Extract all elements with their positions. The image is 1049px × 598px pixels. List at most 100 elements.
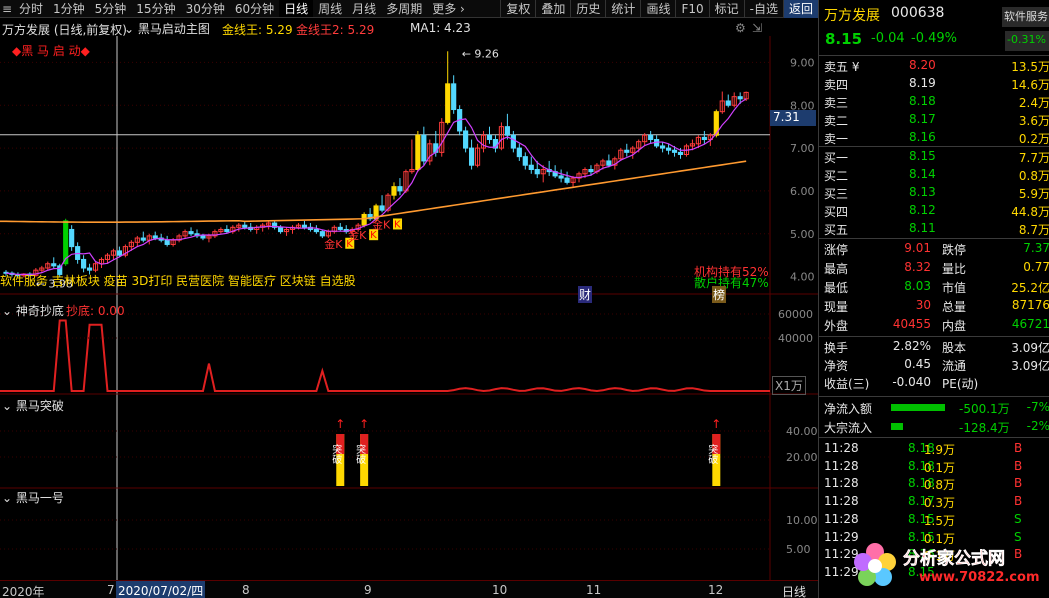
candle-body [81,258,87,269]
period-tab-7[interactable]: 周线 [313,0,347,17]
candle-body [671,149,678,153]
candle-body [510,134,516,149]
candle-body [660,145,666,149]
candle-body [677,151,684,156]
candle-body [624,149,630,153]
pane3-tick-label: 5.00 [786,543,811,556]
period-tab-2[interactable]: 5分钟 [90,0,132,17]
candle-body [534,169,540,175]
retail-hold: 散户持有47% [694,276,769,290]
toolbar-button-5[interactable]: F10 [675,0,708,18]
bid-row[interactable]: 买三 8.13 5.9万 [819,184,1049,202]
toolbar-button-0[interactable]: 复权 [500,0,535,18]
period-tab-0[interactable]: 分时 [14,0,48,17]
menu-icon[interactable]: ≡ [0,2,14,16]
tick-row: 11:28 8.18 0.8万 B [824,476,1023,493]
stat-row: 外盘 40455 内盘 46721 [824,317,1049,333]
candle-body [516,147,522,158]
candle-body [558,175,564,179]
watermark: 分析家公式网 www.70822.com [849,538,1040,594]
candle-body [606,160,612,166]
toolbar-button-1[interactable]: 叠加 [535,0,570,18]
golden-line [0,160,747,223]
ask-row[interactable]: 卖一 8.16 0.2万 [819,129,1049,147]
candle-body [737,96,743,100]
bid-row[interactable]: 买一 8.15 7.7万 [819,148,1049,166]
ask-row[interactable]: 卖四 8.19 14.6万 [819,75,1049,93]
bottom-fishing-line [0,319,770,393]
toolbar-button-4[interactable]: 画线 [640,0,675,18]
candle-body [188,231,194,235]
ask-row[interactable]: 卖三 8.18 2.4万 [819,93,1049,111]
period-tab-9[interactable]: 多周期 [381,0,427,17]
period-tab-6[interactable]: 日线 [279,0,314,17]
pane1-unit: X1万 [772,376,806,395]
bid-row[interactable]: 买五 8.11 8.7万 [819,220,1049,238]
flow-row: 大宗流入 -128.4万 -2% [824,419,1049,435]
toolbar-button-2[interactable]: 历史 [570,0,605,18]
stat-row: 最高 8.32 量比 0.77 [824,260,1049,276]
bid-row[interactable]: 买四 8.12 44.8万 [819,202,1049,220]
candle-body [415,134,421,170]
sector-badge[interactable]: 软件服务 [1002,7,1049,27]
candle-body [486,134,493,141]
tick-row: 11:28 8.15 1.5万 S [824,511,1022,528]
candle-body [69,228,75,248]
chevron-down-icon: ⌄ [2,304,13,318]
crosshair-date: 2020/07/02/四 [116,581,206,598]
toolbar-button-8[interactable]: 返回 [782,0,818,18]
candle-body [468,147,475,166]
candle-body [522,156,528,166]
flower-logo-icon [854,543,896,586]
ask-row[interactable]: 卖二 8.17 3.6万 [819,111,1049,129]
breakthrough-label: 突破 [706,443,718,465]
candle-body [451,83,457,111]
ranking-tag[interactable]: 榜 [712,286,727,303]
toolbar-button-3[interactable]: 统计 [605,0,640,18]
period-tab-4[interactable]: 30分钟 [181,0,230,17]
period-tabs: 分时 1分钟 5分钟 15分钟 30分钟 60分钟 日线 周线 月线 多周期 更多 › [14,0,470,17]
ask-row[interactable]: 卖五 ¥8.20 13.5万 [819,57,1049,75]
stat-row: 涨停 9.01 跌停 7.37 [824,241,1049,257]
candle-body [528,164,534,170]
candle-body [648,134,654,141]
pane2-tick-label: 40.00 [786,425,818,438]
up-arrow-icon: ↑ [335,417,345,431]
stat2-row: 净资 0.45 流通 3.09亿 [824,357,1049,373]
candle-body [463,130,469,149]
stock-code: 000638 [891,5,945,21]
zoom-icon[interactable]: ⇲ [752,21,762,35]
candle-body [564,177,570,183]
period-tab-10[interactable]: 更多 › [427,0,470,17]
formula-selector[interactable]: ⌄ 黑马启动主图 [124,20,210,37]
candle-body [319,231,325,237]
pane1-tick-label: 40000 [778,332,813,345]
pane3-title: ⌄ 黑马一号 [2,491,64,505]
period-tab-5[interactable]: 60分钟 [230,0,279,17]
sector-change: -0.31% [1005,31,1049,51]
last-price: 8.15 [825,30,863,48]
price-change-pct: -0.49% [911,31,957,46]
pane1-tick-label: 60000 [778,308,813,321]
bid-row[interactable]: 买二 8.14 0.8万 [819,166,1049,184]
finance-tag[interactable]: 财 [578,286,593,303]
tick-row: 11:28 8.18 0.1万 B [824,458,1023,475]
toolbar-button-7[interactable]: -自选 [743,0,783,18]
candle-body [701,136,707,141]
candle-body [445,83,451,123]
period-tab-3[interactable]: 15分钟 [131,0,180,17]
stock-name: 万方发展 [824,8,880,24]
date-axis: 2020年 7 2020/07/02/四 8 9 10 11 12 日线 [0,580,818,598]
candle-body [242,224,248,228]
period-label[interactable]: 日线 [782,583,806,598]
price-tick-label: 7.00 [790,142,815,155]
breakthrough-label: 突破 [330,443,342,465]
price-tick-label: 6.00 [790,185,815,198]
stat2-row: 收益(三) -0.040 PE(动) [824,375,979,391]
toolbar-button-6[interactable]: 标记 [708,0,744,18]
price-tick-label: 9.00 [790,56,815,69]
period-tab-1[interactable]: 1分钟 [48,0,90,17]
period-tab-8[interactable]: 月线 [347,0,381,17]
settings-gear-icon[interactable]: ⚙ [735,21,746,35]
concept-list: 软件服务 吉林板块 疫苗 3D打印 民营医院 智能医疗 区块链 自选股 [0,274,356,288]
